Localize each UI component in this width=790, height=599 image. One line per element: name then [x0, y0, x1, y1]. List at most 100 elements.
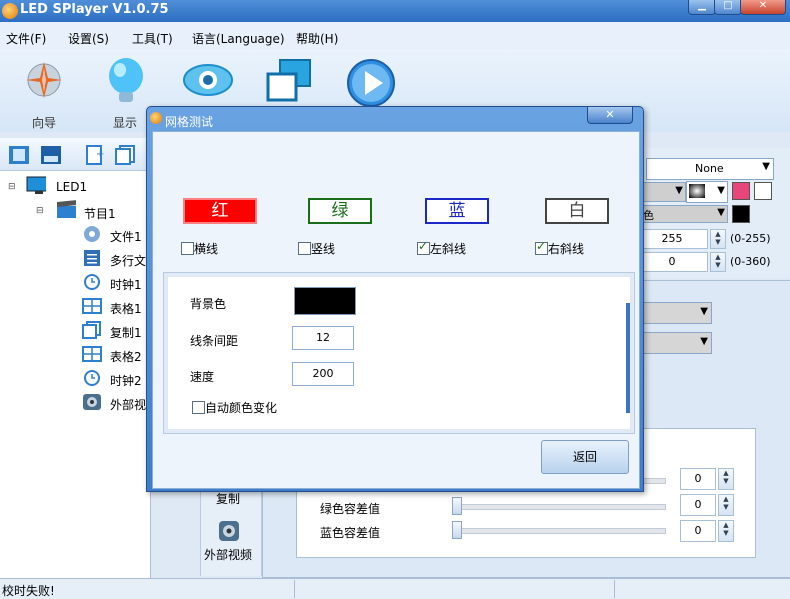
spin-updown[interactable]: ▲ ▼ [718, 520, 734, 542]
slider-thumb[interactable] [452, 497, 462, 515]
menu-settings[interactable]: 设置(S) [68, 30, 109, 47]
tree-collapse-toggle[interactable]: ⊟ [8, 182, 16, 192]
line-spacing-input[interactable]: 12 [292, 326, 354, 350]
file-film-icon [84, 226, 100, 242]
status-divider [614, 580, 615, 598]
speed-input[interactable]: 200 [292, 362, 354, 386]
layout-icon[interactable] [40, 145, 62, 165]
range-label: (0-360) [730, 255, 771, 268]
window-screens-icon[interactable] [266, 58, 312, 104]
color-green-button[interactable]: 绿 [308, 198, 372, 224]
value-255-input[interactable]: 255 [636, 229, 708, 249]
line-spacing-label: 线条间距 [190, 334, 239, 348]
dialog-app-icon [150, 112, 162, 124]
fg-color-swatch[interactable] [732, 182, 750, 200]
new-file-icon[interactable]: + [84, 145, 106, 165]
left-diagonal-checkbox[interactable]: 左斜线 [417, 239, 467, 257]
menu-file[interactable]: 文件(F) [6, 30, 46, 47]
color-blue-button[interactable]: 蓝 [425, 198, 489, 224]
blue-tolerance-slider[interactable] [454, 528, 666, 534]
tree-item[interactable]: 复制1 [110, 324, 142, 341]
color-red-button[interactable]: 红 [183, 198, 257, 224]
return-button[interactable]: 返回 [541, 440, 629, 474]
green-tolerance-input[interactable]: 0 [680, 494, 716, 516]
status-message: 校时失败! [2, 584, 55, 598]
green-tolerance-slider[interactable] [454, 504, 666, 510]
film-icon[interactable] [8, 145, 30, 165]
background-color-label: 背景色 [190, 297, 227, 311]
dialog-close-button[interactable]: ✕ [587, 107, 633, 124]
range-label: (0-255) [730, 232, 771, 245]
color-white-button[interactable]: 白 [545, 198, 609, 224]
play-icon[interactable] [346, 58, 396, 108]
checkbox-box[interactable] [192, 401, 205, 414]
tree-item-program[interactable]: 节目1 [84, 205, 116, 222]
status-divider [294, 580, 295, 598]
grid-test-dialog: 网格测试 ✕ 红 绿 蓝 白 横线 竖线 左斜线 右斜线 背景色 线条间距 12… [146, 106, 644, 492]
maximize-button[interactable]: □ [714, 0, 742, 15]
effect-select[interactable]: None ▼ [646, 158, 774, 180]
color-field[interactable]: 色 ▼ [640, 205, 728, 223]
tree-item[interactable]: 时钟2 [110, 372, 142, 389]
app-logo-icon [2, 3, 18, 19]
checkbox-box[interactable] [298, 242, 311, 255]
toolbox-copy[interactable]: 复制 [216, 490, 240, 507]
bg-color-swatch[interactable] [754, 182, 772, 200]
tree-item-led[interactable]: LED1 [56, 180, 87, 194]
dropdown-2[interactable]: ▼ [640, 332, 712, 354]
checkbox-box[interactable] [181, 242, 194, 255]
checkbox-label: 右斜线 [548, 242, 585, 256]
background-color-picker[interactable] [294, 287, 356, 315]
checkbox-label: 左斜线 [430, 242, 467, 256]
menu-help[interactable]: 帮助(H) [296, 30, 338, 47]
tree-item[interactable]: 时钟1 [110, 276, 142, 293]
clock-icon [84, 370, 100, 386]
tree-item[interactable]: 表格2 [110, 348, 142, 365]
dropdown-1[interactable]: ▼ [640, 302, 712, 324]
clock-icon [84, 274, 100, 290]
color-select[interactable]: ▼ [640, 182, 686, 202]
led-screen-icon [26, 176, 46, 194]
spin-updown[interactable]: ▲ ▼ [710, 252, 726, 272]
tree-item[interactable]: 表格1 [110, 300, 142, 317]
blue-tolerance-label: 蓝色容差值 [320, 526, 381, 540]
checkbox-box[interactable] [417, 239, 430, 255]
color-swatch-black[interactable] [732, 205, 750, 223]
speed-label: 速度 [190, 370, 215, 384]
tree-collapse-toggle[interactable]: ⊟ [36, 206, 44, 216]
status-bar [0, 578, 790, 599]
copy-icon [82, 321, 101, 339]
right-diagonal-checkbox[interactable]: 右斜线 [535, 239, 585, 257]
checkbox-box[interactable] [535, 239, 548, 255]
vertical-line-checkbox[interactable]: 竖线 [298, 240, 335, 257]
tree-item[interactable]: 多行文 [110, 252, 146, 269]
wizard-icon[interactable] [22, 58, 66, 102]
blue-tolerance-input[interactable]: 0 [680, 520, 716, 542]
gradient-select[interactable]: ▼ [686, 181, 728, 203]
auto-color-change-checkbox[interactable]: 自动颜色变化 [192, 399, 277, 416]
tolerance-value-input[interactable]: 0 [680, 468, 716, 490]
spin-updown[interactable]: ▲ ▼ [710, 229, 726, 249]
preview-eye-icon[interactable] [182, 62, 234, 98]
wizard-label: 向导 [31, 116, 56, 130]
menu-language[interactable]: 语言(Language) [192, 30, 285, 47]
menu-tools[interactable]: 工具(T) [132, 30, 173, 47]
toolbox-external-video[interactable]: 外部视频 [204, 546, 252, 563]
grid-settings-group: 背景色 线条间距 12 速度 200 自动颜色变化 [163, 272, 635, 434]
copy-pages-icon[interactable] [114, 145, 136, 165]
slider-thumb[interactable] [452, 521, 462, 539]
close-button[interactable]: ✕ [740, 0, 786, 15]
external-video-icon[interactable] [218, 520, 240, 542]
minimize-button[interactable]: ▁ [688, 0, 716, 15]
value-0-input[interactable]: 0 [636, 252, 708, 272]
spin-updown[interactable]: ▲ ▼ [718, 468, 734, 490]
green-tolerance-label: 绿色容差值 [320, 502, 381, 516]
display-bulb-icon[interactable] [104, 56, 148, 108]
menu-bar [0, 22, 790, 50]
horizontal-line-checkbox[interactable]: 横线 [181, 240, 218, 257]
spin-updown[interactable]: ▲ ▼ [718, 494, 734, 516]
dialog-title: 网格测试 [165, 115, 214, 129]
tree-item[interactable]: 文件1 [110, 228, 142, 245]
tree-item[interactable]: 外部视 [110, 396, 146, 413]
svg-text:+: + [96, 149, 104, 160]
